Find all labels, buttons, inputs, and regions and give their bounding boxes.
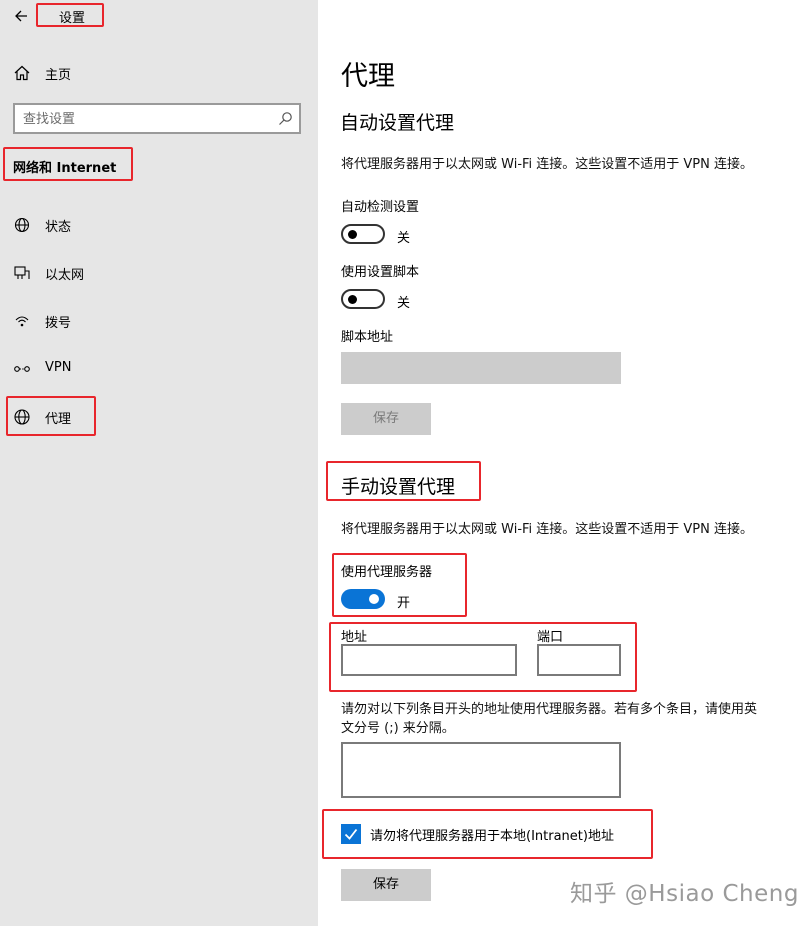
proxy-globe-icon xyxy=(13,408,31,426)
auto-proxy-description: 将代理服务器用于以太网或 Wi-Fi 连接。这些设置不适用于 VPN 连接。 xyxy=(341,157,754,172)
sidebar-item-status[interactable]: 状态 xyxy=(0,204,318,244)
vpn-icon xyxy=(13,360,31,378)
exceptions-description-line2: 文分号 (;) 来分隔。 xyxy=(341,721,455,736)
setup-script-toggle[interactable] xyxy=(341,289,385,309)
auto-save-button[interactable]: 保存 xyxy=(341,403,431,435)
auto-detect-toggle[interactable] xyxy=(341,224,385,244)
port-input[interactable] xyxy=(537,644,621,676)
sidebar-item-label: 状态 xyxy=(45,220,72,235)
back-arrow-icon[interactable] xyxy=(12,6,32,26)
manual-proxy-heading: 手动设置代理 xyxy=(341,476,456,498)
section-label: 网络和 Internet xyxy=(13,161,117,176)
script-address-label: 脚本地址 xyxy=(341,330,394,345)
search-input[interactable] xyxy=(23,109,263,129)
address-input[interactable] xyxy=(341,644,517,676)
page-title: 代理 xyxy=(341,61,395,92)
auto-proxy-heading: 自动设置代理 xyxy=(340,112,455,134)
ethernet-icon xyxy=(13,264,31,282)
local-address-checkbox-label[interactable]: 请勿将代理服务器用于本地(Intranet)地址 xyxy=(370,825,614,844)
sidebar-item-label: 主页 xyxy=(45,68,72,83)
sidebar-item-proxy[interactable]: 代理 xyxy=(0,396,318,436)
exceptions-description-line1: 请勿对以下列条目开头的地址使用代理服务器。若有多个条目，请使用英 xyxy=(341,702,758,717)
watermark: 知乎 @Hsiao Cheng xyxy=(570,881,799,907)
sidebar-item-home[interactable]: 主页 xyxy=(0,52,318,92)
exceptions-textarea[interactable] xyxy=(341,742,621,798)
dialup-icon xyxy=(13,312,31,330)
script-address-input[interactable] xyxy=(341,352,621,384)
sidebar-item-label: VPN xyxy=(45,360,72,375)
search-box[interactable] xyxy=(13,103,301,134)
setup-script-label: 使用设置脚本 xyxy=(341,265,420,280)
auto-detect-state: 关 xyxy=(397,231,411,246)
use-proxy-state: 开 xyxy=(397,596,411,611)
sidebar-item-label: 以太网 xyxy=(45,268,85,283)
manual-proxy-description: 将代理服务器用于以太网或 Wi-Fi 连接。这些设置不适用于 VPN 连接。 xyxy=(341,522,754,537)
local-address-checkbox[interactable] xyxy=(341,824,361,844)
sidebar-item-label: 代理 xyxy=(45,412,72,427)
sidebar-item-vpn[interactable]: VPN xyxy=(0,348,318,388)
setup-script-state: 关 xyxy=(397,296,411,311)
manual-save-button[interactable]: 保存 xyxy=(341,869,431,901)
sidebar-item-label: 拨号 xyxy=(45,316,72,331)
use-proxy-label: 使用代理服务器 xyxy=(341,565,433,580)
status-globe-icon xyxy=(13,216,31,234)
sidebar-item-dialup[interactable]: 拨号 xyxy=(0,300,318,340)
sidebar: 设置 主页 网络和 Internet 状态 以太网 拨号 VP xyxy=(0,0,318,926)
auto-detect-label: 自动检测设置 xyxy=(341,200,420,215)
address-label: 地址 xyxy=(341,630,368,645)
use-proxy-toggle[interactable] xyxy=(341,589,385,609)
port-label: 端口 xyxy=(537,630,564,645)
toggle-knob xyxy=(348,295,357,304)
checkmark-icon xyxy=(344,828,358,840)
toggle-knob xyxy=(348,230,357,239)
sidebar-item-ethernet[interactable]: 以太网 xyxy=(0,252,318,292)
search-icon[interactable] xyxy=(277,111,293,127)
app-title: 设置 xyxy=(59,11,86,26)
home-icon xyxy=(13,64,31,82)
toggle-knob xyxy=(369,594,379,604)
